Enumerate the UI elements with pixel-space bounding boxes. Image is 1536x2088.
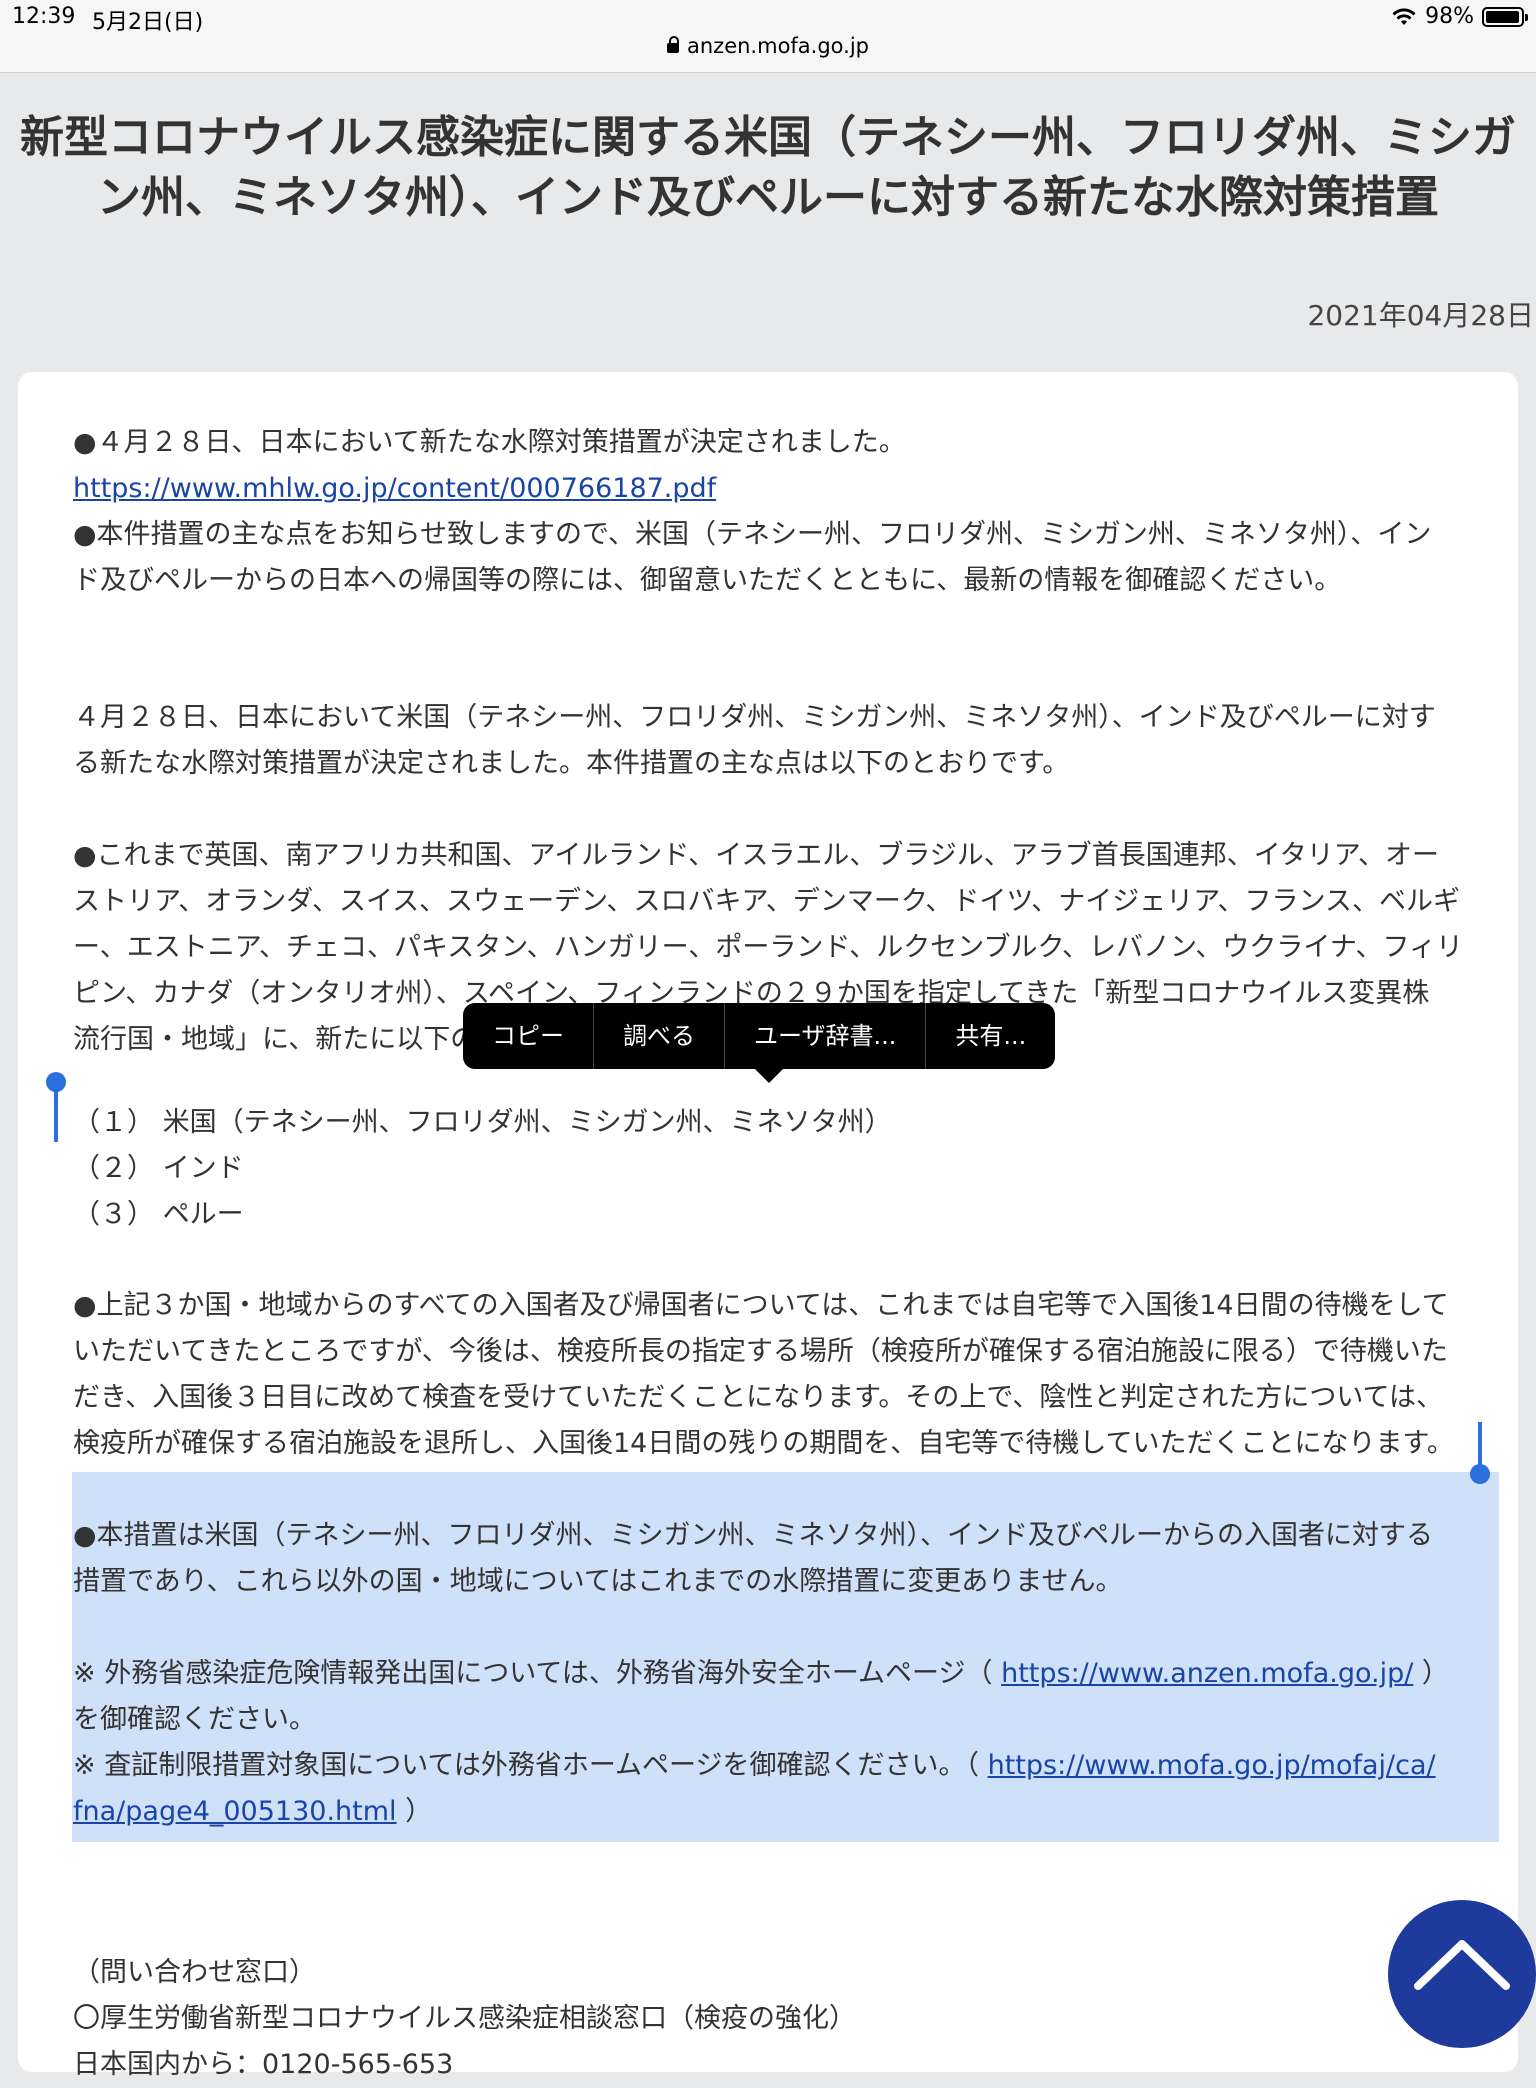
- selection-end-handle[interactable]: [1470, 1464, 1490, 1484]
- look-up-menu-item[interactable]: 調べる: [594, 1003, 725, 1069]
- intro-paragraph: ●４月２８日、日本において新たな水際対策措置が決定されました。 https://…: [73, 420, 1503, 604]
- selection-start-bar: [54, 1086, 58, 1142]
- intro-line-4: ド及びペルーからの日本への帰国等の際には、御留意いただくとともに、最新の情報を御…: [73, 565, 1342, 596]
- scope-paragraph: ●本措置は米国（テネシー州、フロリダ州、ミシガン州、ミネソタ州）、インド及びペル…: [73, 1513, 1503, 1605]
- quarantine-paragraph: ●上記３か国・地域からのすべての入国者及び帰国者については、これまでは自宅等で入…: [73, 1283, 1503, 1467]
- quarantine-line-1: ●上記３か国・地域からのすべての入国者及び帰国者については、これまでは自宅等で入…: [73, 1290, 1449, 1321]
- anzen-mofa-link[interactable]: https://www.anzen.mofa.go.jp/: [1001, 1658, 1413, 1689]
- note-2-suffix: ）: [396, 1796, 433, 1827]
- page-title-line-1: 新型コロナウイルス感染症に関する米国（テネシー州、フロリダ州、ミシガ: [20, 112, 1516, 163]
- mofa-visa-link-part-1[interactable]: https://www.mofa.go.jp/mofaj/ca/: [988, 1750, 1436, 1781]
- variant-line-5: 流行国・地域」に、新たに以下の: [73, 1024, 478, 1055]
- country-list: （１） 米国（テネシー州、フロリダ州、ミシガン州、ミネソタ州） （２） インド …: [73, 1100, 1503, 1238]
- scroll-to-top-button[interactable]: [1388, 1900, 1536, 2048]
- battery-percent: 98%: [1425, 4, 1474, 29]
- mhlw-pdf-link[interactable]: https://www.mhlw.go.jp/content/000766187…: [73, 473, 716, 504]
- status-indicators: 98%: [1391, 4, 1528, 29]
- address-bar[interactable]: anzen.mofa.go.jp: [0, 34, 1536, 58]
- intro-line-3: ●本件措置の主な点をお知らせ致しますので、米国（テネシー州、フロリダ州、ミシガン…: [73, 519, 1432, 550]
- contact-heading: （問い合わせ窓口）: [73, 1957, 316, 1988]
- scope-line-1: ●本措置は米国（テネシー州、フロリダ州、ミシガン州、ミネソタ州）、インド及びペル…: [73, 1520, 1434, 1551]
- status-date: 5月2日(日): [92, 10, 204, 35]
- list-item: （３） ペルー: [73, 1199, 244, 1230]
- page-title: 新型コロナウイルス感染症に関する米国（テネシー州、フロリダ州、ミシガ ン州、ミネ…: [10, 108, 1526, 228]
- summary-line-1: ４月２８日、日本において米国（テネシー州、フロリダ州、ミシガン州、ミネソタ州）、…: [73, 702, 1436, 733]
- contact-line-1: 〇厚生労働省新型コロナウイルス感染症相談窓口（検疫の強化）: [73, 2003, 856, 2034]
- mofa-visa-link-part-2[interactable]: fna/page4_005130.html: [73, 1796, 397, 1827]
- contact-line-2: 日本国内から：0120-565-653: [73, 2049, 454, 2080]
- list-item: （２） インド: [73, 1153, 244, 1184]
- content-card: ●４月２８日、日本において新たな水際対策措置が決定されました。 https://…: [18, 372, 1518, 2080]
- intro-line-1: ●４月２８日、日本において新たな水際対策措置が決定されました。: [73, 427, 906, 458]
- status-bar: 12:39 5月2日(日) anzen.mofa.go.jp 98%: [0, 0, 1536, 73]
- scope-line-2: 措置であり、これら以外の国・地域についてはこれまでの水際措置に変更ありません。: [73, 1566, 1123, 1597]
- notes-paragraph: ※ 外務省感染症危険情報発出国については、外務省海外安全ホームページ（ http…: [73, 1651, 1503, 1835]
- lock-icon: [667, 36, 679, 53]
- publish-date: 2021年04月28日: [1307, 299, 1534, 332]
- address-url: anzen.mofa.go.jp: [687, 34, 869, 58]
- variant-line-3: ー、エストニア、チェコ、パキスタン、ハンガリー、ポーランド、ルクセンブルク、レバ…: [73, 932, 1463, 963]
- selection-start-handle[interactable]: [46, 1072, 66, 1092]
- contact-section: （問い合わせ窓口） 〇厚生労働省新型コロナウイルス感染症相談窓口（検疫の強化） …: [73, 1950, 1503, 2088]
- note-1-line-2: を御確認ください。: [73, 1704, 316, 1735]
- page-title-line-2: ン州、ミネソタ州）、インド及びペルーに対する新たな水際対策措置: [97, 172, 1439, 223]
- list-item: （１） 米国（テネシー州、フロリダ州、ミシガン州、ミネソタ州）: [73, 1107, 892, 1138]
- quarantine-line-4: 検疫所が確保する宿泊施設を退所し、入国後14日間の残りの期間を、自宅等で待機して…: [73, 1428, 1454, 1459]
- summary-paragraph: ４月２８日、日本において米国（テネシー州、フロリダ州、ミシガン州、ミネソタ州）、…: [73, 695, 1503, 787]
- wifi-icon: [1392, 7, 1416, 25]
- status-time: 12:39: [12, 4, 76, 29]
- copy-menu-item[interactable]: コピー: [463, 1003, 594, 1069]
- chevron-up-icon: [1414, 1940, 1510, 1990]
- note-2-prefix: ※ 査証制限措置対象国については外務省ホームページを御確認ください。（: [73, 1750, 988, 1781]
- quarantine-line-3: だき、入国後３日目に改めて検査を受けていただくことになります。その上で、陰性と判…: [73, 1382, 1443, 1413]
- variant-line-1: ●これまで英国、南アフリカ共和国、アイルランド、イスラエル、ブラジル、アラブ首長…: [73, 840, 1439, 871]
- quarantine-line-2: いただいてきたところですが、今後は、検疫所長の指定する場所（検疫所が確保する宿泊…: [73, 1336, 1448, 1367]
- summary-line-2: る新たな水際対策措置が決定されました。本件措置の主な点は以下のとおりです。: [73, 748, 1070, 779]
- share-menu-item[interactable]: 共有...: [926, 1003, 1055, 1069]
- note-1-suffix: ）: [1413, 1658, 1449, 1689]
- selection-context-menu: コピー 調べる ユーザ辞書... 共有...: [463, 1003, 1056, 1083]
- variant-line-2: ストリア、オランダ、スイス、スウェーデン、スロバキア、デンマーク、ドイツ、ナイジ…: [73, 886, 1460, 917]
- note-1-prefix: ※ 外務省感染症危険情報発出国については、外務省海外安全ホームページ（: [73, 1658, 1002, 1689]
- battery-icon: [1482, 6, 1528, 27]
- user-dictionary-menu-item[interactable]: ユーザ辞書...: [725, 1003, 927, 1069]
